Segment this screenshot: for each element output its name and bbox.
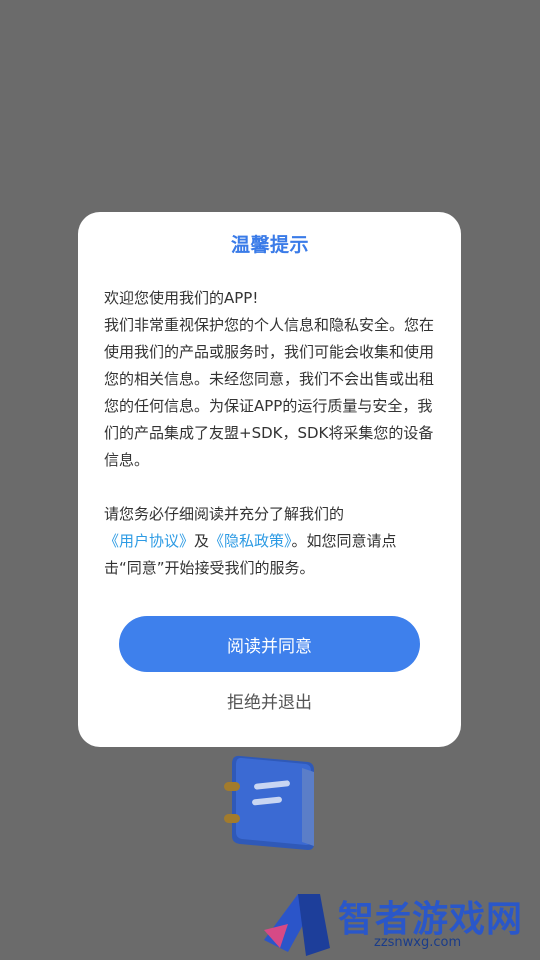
dialog-intro: 欢迎您使用我们的APP! — [104, 289, 259, 307]
notice-prefix: 请您务必仔细阅读并充分了解我们的 — [104, 505, 345, 523]
notice-and: 及 — [194, 532, 210, 550]
notebook-icon — [224, 755, 314, 850]
dialog-intro-paragraph: 欢迎您使用我们的APP! 我们非常重视保护您的个人信息和隐私安全。您在使用我们的… — [104, 285, 434, 474]
dialog-body-text: 我们非常重视保护您的个人信息和隐私安全。您在使用我们的产品或服务时，我们可能会收… — [104, 316, 435, 469]
screen: 温馨提示 欢迎您使用我们的APP! 我们非常重视保护您的个人信息和隐私安全。您在… — [0, 0, 540, 960]
dialog-notice-paragraph: 请您务必仔细阅读并充分了解我们的《用户协议》及《隐私政策》。如您同意请点击“同意… — [104, 501, 434, 582]
dialog-body: 欢迎您使用我们的APP! 我们非常重视保护您的个人信息和隐私安全。您在使用我们的… — [104, 285, 434, 582]
reject-button[interactable]: 拒绝并退出 — [119, 684, 420, 716]
privacy-policy-link[interactable]: 《隐私政策》 — [209, 532, 292, 550]
dialog-title: 温馨提示 — [230, 234, 309, 256]
user-agreement-link[interactable]: 《用户协议》 — [104, 532, 194, 550]
agree-button[interactable]: 阅读并同意 — [119, 616, 420, 672]
watermark-url: zzsnwxg.com — [374, 935, 462, 950]
